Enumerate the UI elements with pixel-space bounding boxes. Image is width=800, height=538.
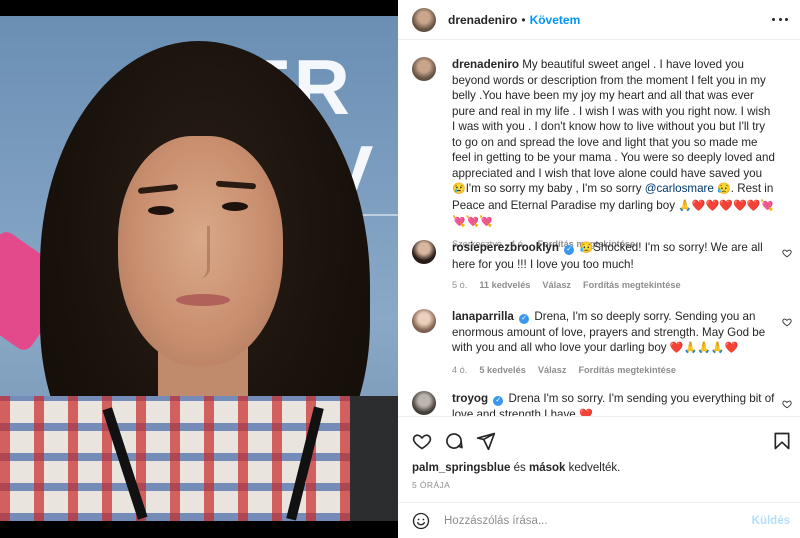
comment-text: lanaparrilla ✓ Drena, I'm so deeply sorr…	[452, 309, 776, 357]
caption: drenadeniro My beautiful sweet angel . I…	[398, 57, 800, 249]
save-bookmark-icon[interactable]	[772, 431, 792, 451]
likes-others-link[interactable]: mások	[529, 462, 565, 474]
post-timestamp[interactable]: 5 ÓRÁJA	[412, 480, 450, 490]
instagram-post-modal: TR E T V drenadeniro	[0, 0, 800, 538]
comment-meta: 5 ó. 11 kedvelés Válasz Fordítás megteki…	[452, 280, 776, 290]
right-brow	[215, 180, 257, 190]
follow-button[interactable]: Követem	[530, 13, 581, 27]
commenter-avatar[interactable]	[412, 391, 436, 415]
comment-text: troyog ✓ Drena I'm so sorry. I'm sending…	[452, 391, 776, 416]
jacket	[350, 396, 398, 521]
comment-like-heart-icon[interactable]	[782, 399, 792, 409]
comment-likes[interactable]: 11 kedvelés	[479, 280, 530, 290]
comments-list[interactable]: drenadeniro My beautiful sweet angel . I…	[398, 41, 800, 416]
likes-suffix: kedvelték.	[565, 462, 621, 474]
left-brow	[137, 183, 179, 195]
post-side-panel: drenadeniro • Követem drenadeniro My bea…	[398, 0, 800, 538]
comment-time[interactable]: 4 ó.	[452, 365, 467, 375]
caption-text: drenadeniro My beautiful sweet angel . I…	[452, 57, 776, 231]
comment-item: lanaparrilla ✓ Drena, I'm so deeply sorr…	[398, 309, 800, 375]
caption-body-2: I'm so sorry my baby , I'm so sorry	[465, 182, 645, 195]
like-heart-icon[interactable]	[412, 431, 432, 451]
reply-button[interactable]: Válasz	[538, 365, 567, 375]
likes-connector: és	[510, 462, 529, 474]
caption-body-1: My beautiful sweet angel . I have loved …	[452, 58, 775, 180]
comment-meta: 4 ó. 5 kedvelés Válasz Fordítás megtekin…	[452, 365, 776, 375]
face	[118, 136, 283, 366]
comment-like-heart-icon[interactable]	[782, 317, 792, 327]
share-paper-plane-icon[interactable]	[476, 431, 496, 451]
nose	[188, 226, 210, 278]
comment-likes[interactable]: 5 kedvelés	[479, 365, 526, 375]
left-eye	[148, 206, 174, 215]
translate-link[interactable]: Fordítás megtekintése	[578, 365, 676, 375]
photo-image: TR E T V	[0, 16, 398, 521]
plaid-shirt	[0, 396, 398, 521]
verified-badge-icon: ✓	[493, 396, 504, 406]
comment-time[interactable]: 5 ó.	[452, 280, 467, 290]
author-avatar[interactable]	[412, 7, 436, 32]
post-photo[interactable]: TR E T V	[0, 0, 398, 538]
right-eye	[222, 202, 248, 211]
more-options-icon[interactable]	[772, 11, 788, 27]
emoji-sad: 😢	[452, 183, 466, 195]
comment-like-heart-icon[interactable]	[782, 248, 792, 258]
add-comment-bar: Küldés	[398, 502, 800, 538]
comment-text: rosieperezbrooklyn ✓ 😥Shocked! I'm so so…	[452, 240, 776, 272]
mouth	[176, 294, 230, 306]
comment-item: troyog ✓ Drena I'm so sorry. I'm sending…	[398, 391, 800, 416]
emoji-sad-2: 😥	[717, 183, 731, 195]
comment-item: rosieperezbrooklyn ✓ 😥Shocked! I'm so so…	[398, 240, 800, 290]
commenter-avatar[interactable]	[412, 240, 436, 264]
separator-dot: •	[521, 12, 526, 27]
commenter-username[interactable]: troyog	[452, 392, 488, 405]
post-header: drenadeniro • Követem	[398, 0, 800, 40]
liker-username[interactable]: palm_springsblue	[412, 462, 510, 474]
comment-bubble-icon[interactable]	[444, 431, 464, 451]
commenter-username[interactable]: lanaparrilla	[452, 310, 514, 323]
translate-link[interactable]: Fordítás megtekintése	[583, 280, 681, 290]
likes-summary: palm_springsblue és mások kedvelték.	[412, 462, 620, 474]
post-actions	[398, 416, 800, 462]
post-comment-button[interactable]: Küldés	[752, 515, 790, 527]
emoji-sad: 😥	[579, 242, 594, 254]
reply-button[interactable]: Válasz	[542, 280, 571, 290]
comment-input[interactable]	[444, 514, 724, 527]
commenter-username[interactable]: rosieperezbrooklyn	[452, 241, 559, 254]
commenter-avatar[interactable]	[412, 309, 436, 333]
caption-avatar[interactable]	[412, 57, 436, 81]
emoji-heart: ❤️	[578, 408, 593, 417]
verified-badge-icon: ✓	[564, 245, 575, 255]
author-username[interactable]: drenadeniro	[448, 13, 517, 27]
emoji-smiley-icon[interactable]	[412, 512, 430, 530]
caption-username[interactable]: drenadeniro	[452, 58, 519, 71]
verified-badge-icon: ✓	[519, 314, 530, 324]
mention-link[interactable]: @carlosmare	[645, 182, 714, 195]
emoji-hearts-prayers: ❤️🙏🙏🙏❤️	[669, 342, 739, 354]
